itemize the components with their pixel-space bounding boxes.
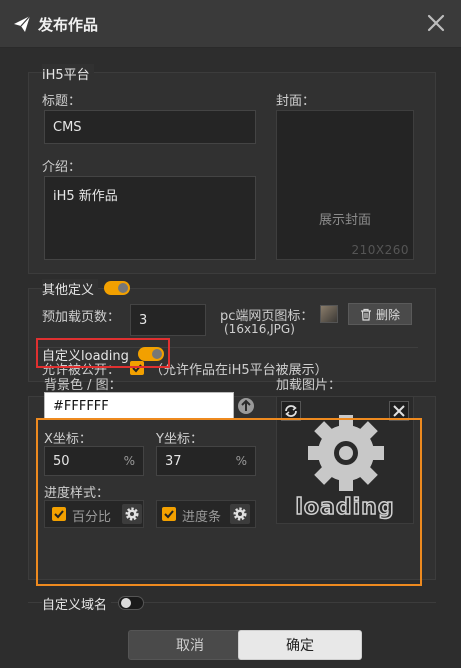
other-toggle[interactable] [104, 281, 130, 295]
loading-toggle-highlight [36, 338, 170, 368]
title-input-value: CMS [53, 119, 82, 135]
close-icon[interactable] [423, 10, 449, 36]
paper-plane-icon [12, 14, 32, 34]
pc-icon-thumbnail[interactable] [320, 305, 338, 323]
loading-image-label: 加载图片： [276, 378, 342, 393]
cover-label: 封面： [276, 94, 316, 109]
loading-settings-highlight [36, 418, 422, 586]
cover-upload[interactable]: 展示封面 210X260 [276, 110, 414, 260]
toggle-knob [121, 598, 131, 608]
dialog-title: 发布作品 [38, 16, 99, 34]
domain-group-label: 自定义域名 [42, 594, 112, 613]
intro-textarea[interactable]: iH5 新作品 [44, 176, 256, 260]
preload-input[interactable]: 3 [130, 304, 206, 336]
bg-color-input[interactable]: #FFFFFF [44, 392, 234, 420]
intro-label: 介绍： [42, 160, 82, 175]
cover-size-text: 210X260 [351, 243, 409, 257]
upload-icon[interactable] [236, 396, 256, 416]
title-input[interactable]: CMS [44, 110, 256, 144]
trash-icon [360, 308, 372, 321]
delete-label: 删除 [375, 307, 400, 322]
platform-group-label: iH5平台 [42, 64, 94, 83]
cancel-label: 取消 [176, 638, 204, 654]
cover-placeholder-text: 展示封面 [318, 213, 371, 228]
title-label: 标题： [42, 94, 82, 109]
pc-icon-hint: (16x16,JPG) [224, 322, 295, 336]
ok-button[interactable]: 确定 [238, 630, 362, 660]
intro-textarea-value: iH5 新作品 [53, 189, 118, 204]
ok-label: 确定 [286, 638, 314, 654]
bg-label: 背景色 / 图： [44, 378, 122, 393]
cancel-button[interactable]: 取消 [128, 630, 252, 660]
toggle-knob [118, 283, 128, 293]
domain-toggle[interactable] [118, 596, 144, 610]
preload-label: 预加载页数： [42, 310, 121, 325]
delete-icon-button[interactable]: 删除 [348, 303, 412, 325]
preload-input-value: 3 [139, 312, 148, 328]
other-group-label: 其他定义 [42, 279, 99, 298]
bg-color-value: #FFFFFF [53, 398, 109, 414]
dialog-titlebar: 发布作品 [0, 0, 461, 48]
